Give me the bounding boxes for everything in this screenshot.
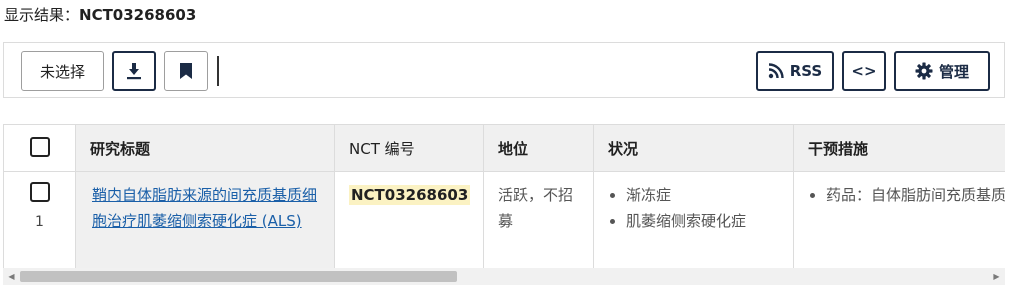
- column-header-conditions[interactable]: 状况: [593, 124, 794, 172]
- table-header-row: 研究标题 NCT 编号 地位 状况 干预措施: [3, 124, 1005, 172]
- embed-code-button[interactable]: <>: [842, 51, 886, 91]
- scrollbar-thumb[interactable]: [20, 271, 457, 282]
- horizontal-scrollbar[interactable]: ◀ ▶: [3, 268, 1005, 285]
- scroll-right-arrow-icon[interactable]: ▶: [988, 268, 1005, 285]
- study-title-cell: 鞘内自体脂肪来源的间充质基质细胞治疗肌萎缩侧索硬化症 (ALS): [75, 171, 335, 268]
- status-text: 活跃，不招募: [498, 186, 574, 230]
- study-title-link[interactable]: 鞘内自体脂肪来源的间充质基质细胞治疗肌萎缩侧索硬化症 (ALS): [92, 186, 317, 230]
- table-row: 1 鞘内自体脂肪来源的间充质基质细胞治疗肌萎缩侧索硬化症 (ALS) NCT03…: [3, 171, 1005, 268]
- toolbar-divider: [217, 56, 219, 86]
- interventions-cell: 药品：自体脂肪间充质基质: [793, 171, 1005, 268]
- row-number: 1: [35, 214, 44, 230]
- row-select-cell: 1: [3, 171, 76, 268]
- condition-item: 肌萎缩侧索硬化症: [626, 208, 779, 234]
- rss-label: RSS: [789, 62, 823, 80]
- status-cell: 活跃，不招募: [483, 171, 594, 268]
- condition-item: 渐冻症: [626, 182, 779, 208]
- intervention-item: 药品：自体脂肪间充质基质: [826, 182, 1005, 208]
- nct-number-cell: NCT03268603: [334, 171, 484, 268]
- column-header-interventions[interactable]: 干预措施: [793, 124, 1005, 172]
- nct-number: NCT03268603: [349, 185, 471, 205]
- column-header-nct[interactable]: NCT 编号: [334, 124, 484, 172]
- results-toolbar: 未选择 RSS <> 管理: [3, 42, 1005, 98]
- results-label: 显示结果：: [4, 6, 80, 24]
- select-all-checkbox[interactable]: [29, 137, 50, 157]
- download-button[interactable]: [112, 51, 156, 91]
- column-header-status[interactable]: 地位: [483, 124, 594, 172]
- results-summary: 显示结果：NCT03268603: [4, 4, 196, 25]
- unselect-label: 未选择: [39, 62, 85, 81]
- manage-label: 管理: [938, 62, 969, 81]
- column-header-title[interactable]: 研究标题: [75, 124, 335, 172]
- rss-icon: [768, 63, 784, 79]
- rss-button[interactable]: RSS: [756, 51, 834, 91]
- bookmark-icon: [179, 62, 193, 80]
- scroll-left-arrow-icon[interactable]: ◀: [3, 268, 20, 285]
- results-query: NCT03268603: [79, 6, 197, 24]
- manage-button[interactable]: 管理: [894, 51, 990, 91]
- code-icon: <>: [851, 62, 877, 80]
- select-all-cell: [3, 124, 76, 172]
- unselect-button[interactable]: 未选择: [21, 51, 104, 91]
- download-icon: [126, 62, 142, 80]
- gear-icon: [915, 62, 933, 80]
- results-table: 研究标题 NCT 编号 地位 状况 干预措施 1 鞘内自体脂肪来源的间充质基质细…: [3, 124, 1005, 268]
- row-checkbox[interactable]: [29, 182, 50, 202]
- bookmark-button[interactable]: [164, 51, 208, 91]
- conditions-cell: 渐冻症 肌萎缩侧索硬化症: [593, 171, 794, 268]
